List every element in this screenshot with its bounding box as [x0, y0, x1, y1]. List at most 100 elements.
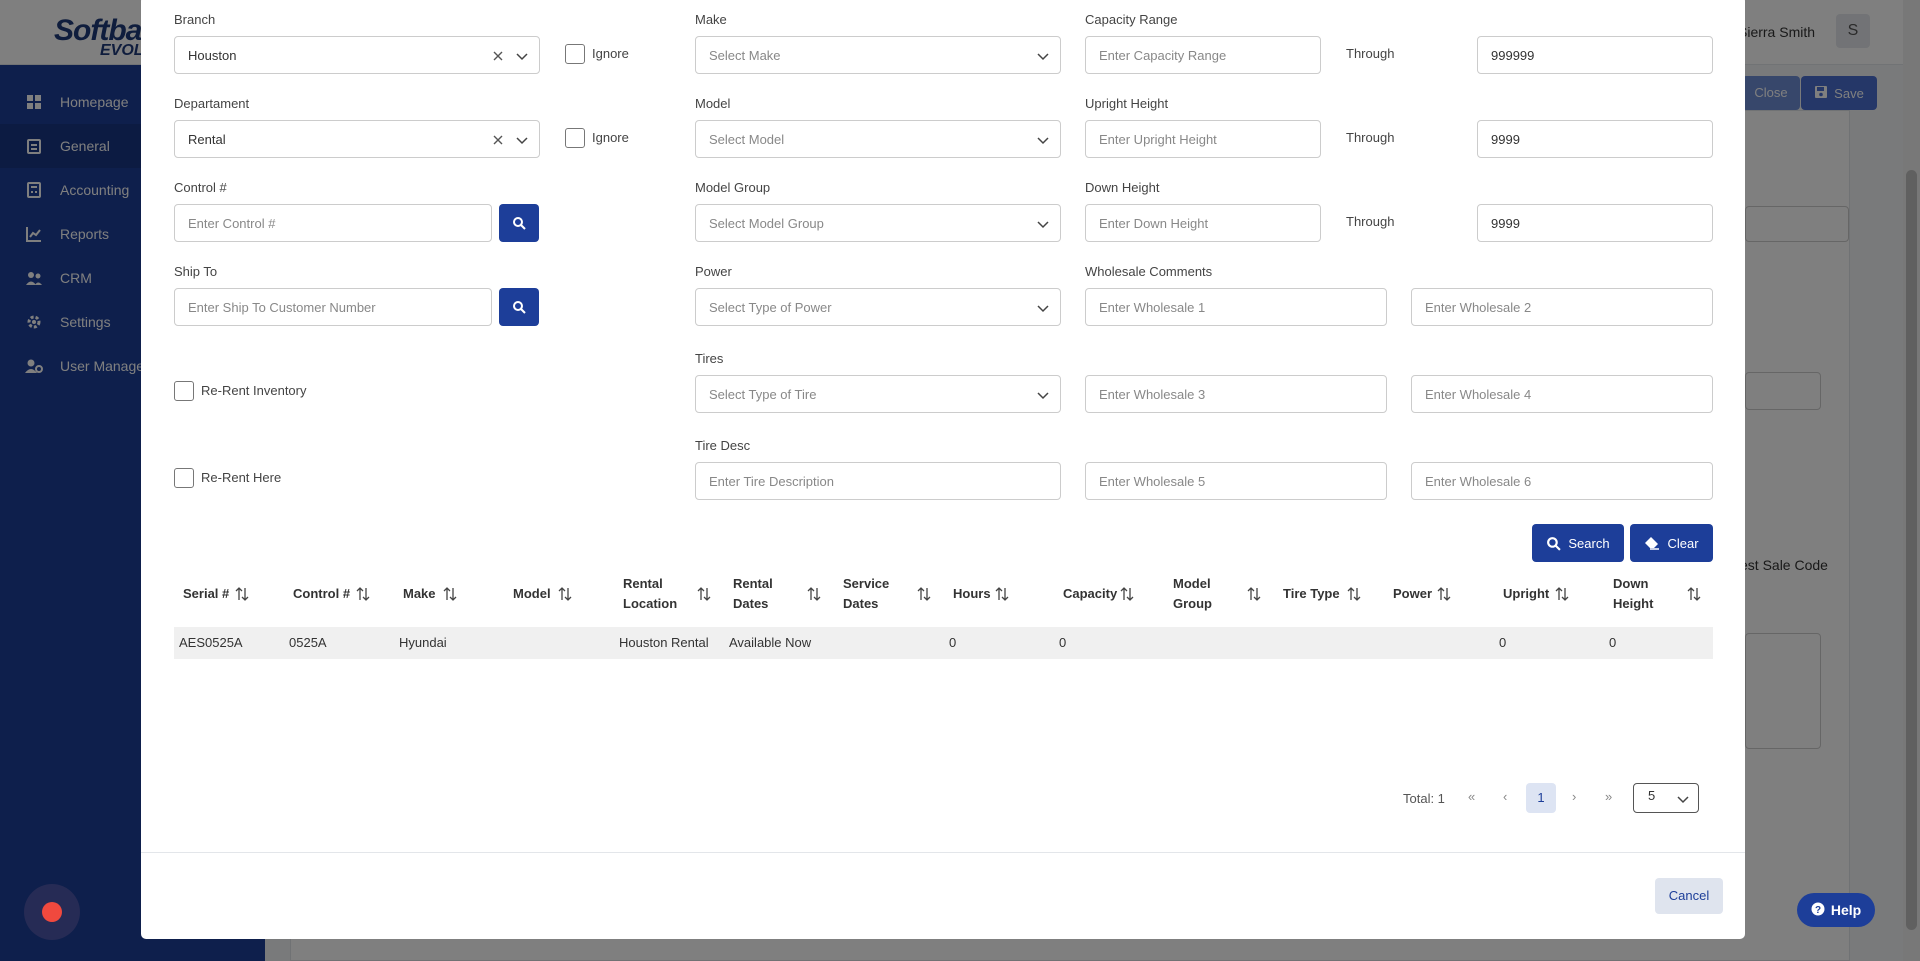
sort-icon[interactable] — [1437, 586, 1451, 602]
clear-icon[interactable] — [491, 133, 505, 147]
clear-icon[interactable] — [491, 49, 505, 63]
modal-footer-divider — [141, 852, 1745, 853]
wholesale-1-placeholder: Enter Wholesale 1 — [1099, 299, 1206, 315]
column-header-hours[interactable]: Hours — [953, 584, 991, 604]
capacity-label: Capacity Range — [1085, 12, 1178, 27]
header-text: Tire Type — [1283, 586, 1340, 601]
column-header-model-group[interactable]: Model Group — [1173, 574, 1212, 614]
column-header-upright[interactable]: Upright — [1503, 584, 1549, 604]
sort-icon[interactable] — [807, 586, 821, 602]
header-text: Capacity — [1063, 586, 1118, 601]
cell-rental-dates: Available Now — [729, 635, 812, 650]
wholesale-6-input[interactable]: Enter Wholesale 6 — [1411, 462, 1713, 500]
header-text-2: Height — [1613, 596, 1654, 611]
model-select[interactable]: Select Model — [695, 120, 1061, 158]
re-rent-inventory-checkbox[interactable] — [174, 381, 194, 401]
control-input[interactable]: Enter Control # — [174, 204, 492, 242]
department-ignore-checkbox[interactable] — [565, 128, 585, 148]
sort-icon[interactable] — [697, 586, 711, 602]
record-button[interactable] — [24, 884, 80, 940]
model-group-select[interactable]: Select Model Group — [695, 204, 1061, 242]
down-height-label: Down Height — [1085, 180, 1160, 195]
sort-icon[interactable] — [1347, 586, 1361, 602]
cancel-button[interactable]: Cancel — [1655, 878, 1723, 914]
column-header-power[interactable]: Power — [1393, 584, 1432, 604]
column-header-rental-dates[interactable]: Rental Dates — [733, 574, 773, 614]
pager-first-button[interactable]: « — [1468, 789, 1475, 804]
cell-down-height: 0 — [1609, 635, 1617, 650]
sort-icon[interactable] — [1555, 586, 1569, 602]
column-header-down-height[interactable]: Down Height — [1613, 574, 1653, 614]
capacity-range-input[interactable]: Enter Capacity Range — [1085, 36, 1321, 74]
down-through-input[interactable]: 9999 — [1477, 204, 1713, 242]
wholesale-3-input[interactable]: Enter Wholesale 3 — [1085, 375, 1387, 413]
header-text-2: Location — [623, 596, 678, 611]
search-button[interactable]: Search — [1532, 524, 1624, 562]
power-select[interactable]: Select Type of Power — [695, 288, 1061, 326]
sort-icon[interactable] — [558, 586, 572, 602]
column-header-serial[interactable]: Serial # — [183, 584, 229, 604]
sort-icon[interactable] — [356, 586, 370, 602]
sort-icon[interactable] — [235, 586, 249, 602]
control-search-button[interactable] — [499, 204, 539, 242]
upright-placeholder: Enter Upright Height — [1099, 131, 1217, 147]
ship-to-search-button[interactable] — [499, 288, 539, 326]
tire-desc-label: Tire Desc — [695, 438, 751, 453]
pager-prev-button[interactable]: ‹ — [1503, 789, 1507, 804]
branch-ignore-label: Ignore — [592, 46, 629, 61]
re-rent-inventory-label: Re-Rent Inventory — [201, 383, 307, 398]
header-text: Control # — [293, 586, 351, 601]
sort-icon[interactable] — [443, 586, 457, 602]
sort-icon[interactable] — [917, 586, 931, 602]
search-icon — [1547, 536, 1562, 551]
department-value: Rental — [188, 131, 226, 147]
column-header-rental-location[interactable]: Rental Location — [623, 574, 677, 614]
page-size-select[interactable]: 5 — [1633, 783, 1699, 813]
make-placeholder: Select Make — [709, 47, 781, 63]
chevron-down-icon — [1037, 305, 1049, 313]
column-header-service-dates[interactable]: Service Dates — [843, 574, 889, 614]
column-header-control[interactable]: Control # — [293, 584, 350, 604]
branch-select[interactable]: Houston — [174, 36, 540, 74]
wholesale-5-placeholder: Enter Wholesale 5 — [1099, 473, 1206, 489]
sort-icon[interactable] — [1120, 586, 1134, 602]
wholesale-5-input[interactable]: Enter Wholesale 5 — [1085, 462, 1387, 500]
clear-button[interactable]: Clear — [1630, 524, 1713, 562]
clear-label: Clear — [1667, 535, 1699, 551]
control-placeholder: Enter Control # — [188, 215, 276, 231]
header-text-2: Dates — [733, 596, 769, 611]
wholesale-2-input[interactable]: Enter Wholesale 2 — [1411, 288, 1713, 326]
wholesale-2-placeholder: Enter Wholesale 2 — [1425, 299, 1532, 315]
capacity-through-value: 999999 — [1491, 47, 1535, 63]
tires-select[interactable]: Select Type of Tire — [695, 375, 1061, 413]
wholesale-4-input[interactable]: Enter Wholesale 4 — [1411, 375, 1713, 413]
branch-ignore-checkbox[interactable] — [565, 44, 585, 64]
upright-through-input[interactable]: 9999 — [1477, 120, 1713, 158]
column-header-model[interactable]: Model — [513, 584, 551, 604]
header-text: Service — [843, 576, 890, 591]
sort-icon[interactable] — [1247, 586, 1261, 602]
down-height-input[interactable]: Enter Down Height — [1085, 204, 1321, 242]
sort-icon[interactable] — [1687, 586, 1701, 602]
ship-to-input[interactable]: Enter Ship To Customer Number — [174, 288, 492, 326]
pager-current-page[interactable]: 1 — [1526, 783, 1556, 813]
column-header-capacity[interactable]: Capacity — [1063, 584, 1117, 604]
column-header-tire-type[interactable]: Tire Type — [1283, 584, 1340, 604]
sort-icon[interactable] — [995, 586, 1009, 602]
header-text: Model — [1173, 576, 1211, 591]
pager-last-button[interactable]: » — [1605, 789, 1612, 804]
column-header-make[interactable]: Make — [403, 584, 436, 604]
re-rent-here-checkbox[interactable] — [174, 468, 194, 488]
capacity-through-input[interactable]: 999999 — [1477, 36, 1713, 74]
down-through-label: Through — [1346, 214, 1395, 229]
upright-height-input[interactable]: Enter Upright Height — [1085, 120, 1321, 158]
department-select[interactable]: Rental — [174, 120, 540, 158]
tire-desc-input[interactable]: Enter Tire Description — [695, 462, 1061, 500]
help-button[interactable]: ? Help — [1797, 893, 1875, 927]
pager-next-button[interactable]: › — [1572, 789, 1576, 804]
model-group-placeholder: Select Model Group — [709, 215, 824, 231]
cell-upright: 0 — [1499, 635, 1507, 650]
power-placeholder: Select Type of Power — [709, 299, 832, 315]
wholesale-1-input[interactable]: Enter Wholesale 1 — [1085, 288, 1387, 326]
make-select[interactable]: Select Make — [695, 36, 1061, 74]
